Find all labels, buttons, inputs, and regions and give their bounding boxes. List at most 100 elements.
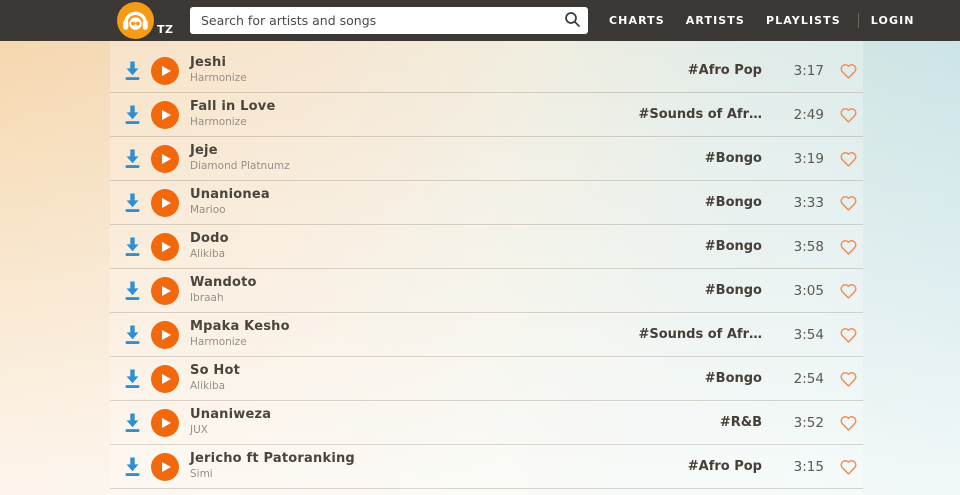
song-title[interactable]: Fall in Love — [190, 99, 275, 115]
play-button[interactable] — [151, 452, 179, 481]
song-genre-tag[interactable]: #R&B — [720, 415, 762, 430]
download-icon — [123, 149, 142, 173]
song-row: So Hot Alikiba #Bongo 2:54 — [110, 357, 863, 401]
song-genre-tag[interactable]: #Bongo — [705, 151, 762, 166]
song-right-group: #R&B 3:52 — [720, 414, 863, 432]
download-icon — [123, 193, 142, 217]
song-genre-tag[interactable]: #Afro Pop — [688, 63, 762, 78]
song-title[interactable]: Jericho ft Patoranking — [190, 451, 355, 467]
song-artist[interactable]: Harmonize — [190, 73, 247, 85]
favorite-button[interactable] — [839, 282, 858, 300]
play-button[interactable] — [151, 100, 179, 129]
song-right-group: #Sounds of Afr… 2:49 — [638, 106, 863, 124]
song-list: Jeshi Harmonize #Afro Pop 3:17 Fall in L… — [110, 41, 863, 495]
play-icon — [162, 197, 171, 208]
favorite-button[interactable] — [839, 194, 858, 212]
song-artist[interactable]: Ibraah — [190, 293, 257, 305]
download-icon — [123, 281, 142, 305]
download-icon — [123, 325, 142, 349]
download-button[interactable] — [123, 456, 142, 477]
song-duration: 2:54 — [793, 370, 824, 387]
header: TZ CHARTS ARTISTS PLAYLISTS LOGIN — [0, 0, 960, 41]
song-title[interactable]: So Hot — [190, 363, 240, 379]
play-button[interactable] — [151, 188, 179, 217]
song-title[interactable]: Jeje — [190, 143, 290, 159]
heart-icon — [839, 195, 858, 216]
song-artist[interactable]: JUX — [190, 425, 271, 437]
play-button[interactable] — [151, 276, 179, 305]
play-button[interactable] — [151, 56, 179, 85]
play-button[interactable] — [151, 232, 179, 261]
song-right-group: #Bongo 3:05 — [705, 282, 863, 300]
song-title[interactable]: Dodo — [190, 231, 229, 247]
favorite-button[interactable] — [839, 326, 858, 344]
song-duration: 3:17 — [793, 62, 824, 79]
song-genre-tag[interactable]: #Bongo — [705, 195, 762, 210]
song-genre-tag[interactable]: #Sounds of Afr… — [638, 327, 762, 342]
play-icon — [162, 65, 171, 76]
download-button[interactable] — [123, 236, 142, 257]
nav-link-playlists[interactable]: PLAYLISTS — [766, 14, 841, 27]
song-title[interactable]: Unanionea — [190, 187, 270, 203]
download-button[interactable] — [123, 324, 142, 345]
song-title[interactable]: Mpaka Kesho — [190, 319, 290, 335]
song-artist[interactable]: Diamond Platnumz — [190, 161, 290, 173]
favorite-button[interactable] — [839, 370, 858, 388]
play-button[interactable] — [151, 364, 179, 393]
favorite-button[interactable] — [839, 414, 858, 432]
song-duration: 3:05 — [793, 282, 824, 299]
play-button[interactable] — [151, 408, 179, 437]
search-input[interactable] — [190, 13, 556, 28]
song-meta: Dodo Alikiba — [190, 231, 229, 261]
song-artist[interactable]: Alikiba — [190, 381, 240, 393]
download-button[interactable] — [123, 148, 142, 169]
song-right-group: #Sounds of Afr… 3:54 — [638, 326, 863, 344]
download-button[interactable] — [123, 60, 142, 81]
nav-link-charts[interactable]: CHARTS — [609, 14, 665, 27]
song-meta: Jeje Diamond Platnumz — [190, 143, 290, 173]
song-genre-tag[interactable]: #Sounds of Afr… — [638, 107, 762, 122]
nav-link-artists[interactable]: ARTISTS — [686, 14, 745, 27]
song-meta: Fall in Love Harmonize — [190, 99, 275, 129]
heart-icon — [839, 415, 858, 436]
song-title[interactable]: Unaniweza — [190, 407, 271, 423]
song-genre-tag[interactable]: #Bongo — [705, 371, 762, 386]
favorite-button[interactable] — [839, 106, 858, 124]
play-icon — [162, 153, 171, 164]
song-row: Unanionea Marioo #Bongo 3:33 — [110, 181, 863, 225]
song-duration: 3:33 — [793, 194, 824, 211]
song-genre-tag[interactable]: #Bongo — [705, 283, 762, 298]
download-button[interactable] — [123, 412, 142, 433]
song-artist[interactable]: Alikiba — [190, 249, 229, 261]
download-button[interactable] — [123, 280, 142, 301]
download-button[interactable] — [123, 104, 142, 125]
search-button[interactable] — [556, 7, 588, 34]
favorite-button[interactable] — [839, 62, 858, 80]
song-title[interactable]: Wandoto — [190, 275, 257, 291]
song-genre-tag[interactable]: #Bongo — [705, 239, 762, 254]
play-button[interactable] — [151, 144, 179, 173]
heart-icon — [839, 327, 858, 348]
app-logo[interactable] — [117, 2, 154, 39]
play-button[interactable] — [151, 320, 179, 349]
song-artist[interactable]: Harmonize — [190, 337, 290, 349]
favorite-button[interactable] — [839, 238, 858, 256]
song-artist[interactable]: Harmonize — [190, 117, 275, 129]
song-artist[interactable]: Simi — [190, 469, 355, 481]
download-button[interactable] — [123, 192, 142, 213]
play-icon — [162, 241, 171, 252]
favorite-button[interactable] — [839, 150, 858, 168]
nav-link-login[interactable]: LOGIN — [871, 14, 915, 27]
favorite-button[interactable] — [839, 458, 858, 476]
song-title[interactable]: Jeshi — [190, 55, 247, 71]
song-duration: 3:15 — [793, 458, 824, 475]
download-icon — [123, 457, 142, 481]
song-duration: 3:52 — [793, 414, 824, 431]
download-button[interactable] — [123, 368, 142, 389]
song-right-group: #Bongo 2:54 — [705, 370, 863, 388]
song-artist[interactable]: Marioo — [190, 205, 270, 217]
song-genre-tag[interactable]: #Afro Pop — [688, 459, 762, 474]
headphones-logo-icon — [117, 2, 154, 43]
play-icon — [162, 285, 171, 296]
song-row: Wandoto Ibraah #Bongo 3:05 — [110, 269, 863, 313]
